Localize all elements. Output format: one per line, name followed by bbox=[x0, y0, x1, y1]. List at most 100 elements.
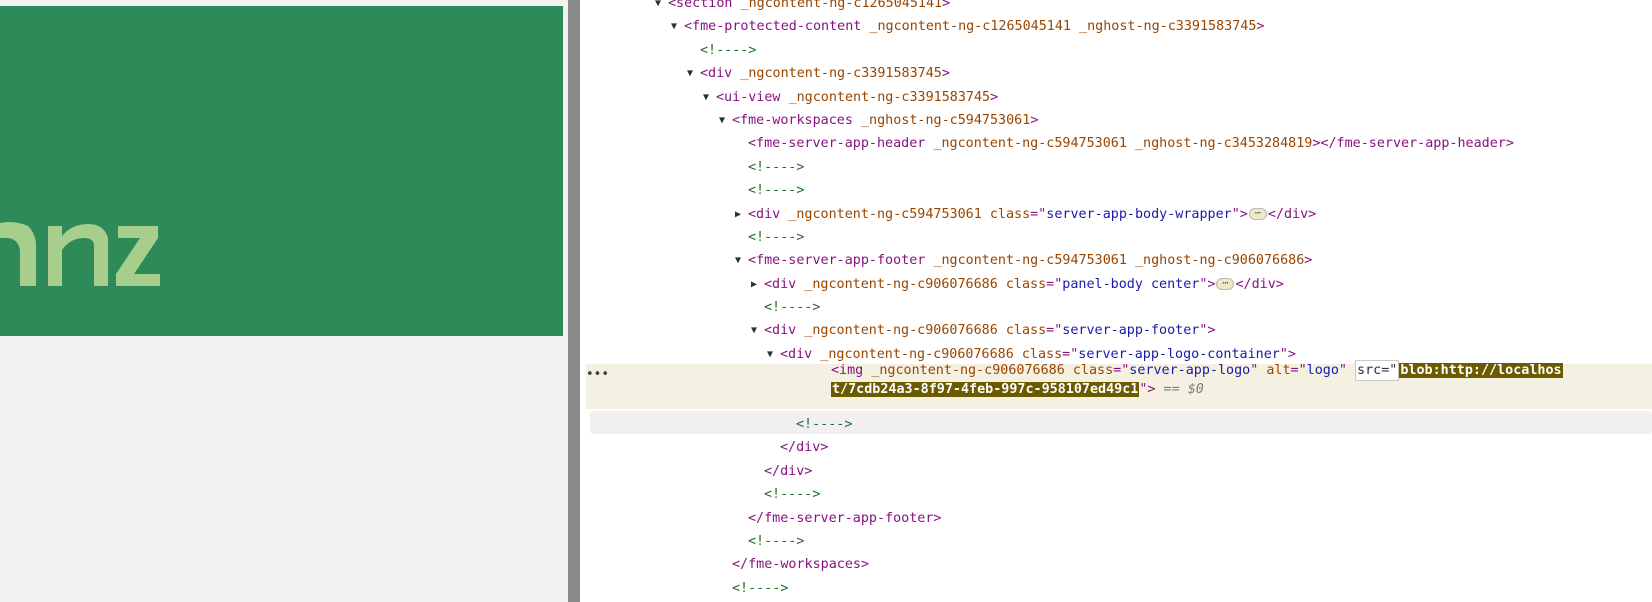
markup-token: _ngcontent-ng-c594753061 class bbox=[788, 206, 1031, 222]
markup-token: <div bbox=[748, 206, 789, 222]
markup-token: <!----> bbox=[764, 300, 821, 316]
panel-splitter[interactable] bbox=[568, 0, 580, 602]
expand-triangle-open-icon[interactable]: ▼ bbox=[764, 343, 776, 366]
dom-node-markup: </fme-workspaces> bbox=[732, 553, 869, 576]
dom-node-row[interactable]: <!----> bbox=[580, 577, 1652, 600]
selected-node-line-1[interactable]: <img _ngcontent-ng-c906076686 class="ser… bbox=[831, 360, 1563, 381]
expand-triangle-open-icon[interactable]: ▼ bbox=[700, 86, 712, 109]
dom-node-markup: <!----> bbox=[796, 413, 852, 436]
dom-node-row[interactable]: <!----> bbox=[580, 530, 1652, 553]
markup-token: > bbox=[1030, 112, 1039, 128]
expand-triangle-open-icon[interactable]: ▼ bbox=[716, 109, 728, 132]
markup-token: > bbox=[942, 0, 951, 11]
markup-token: > bbox=[941, 66, 950, 82]
dom-node-markup: <fme-workspaces _nghost-ng-c594753061> bbox=[732, 109, 1038, 132]
expand-triangle-closed-icon[interactable]: ▶ bbox=[748, 273, 760, 296]
dom-node-row[interactable]: ▼ <ui-view _ngcontent-ng-c3391583745> bbox=[580, 86, 1652, 109]
markup-token: <!----> bbox=[700, 42, 757, 58]
dom-node-markup: <!----> bbox=[700, 39, 756, 62]
dom-node-row[interactable]: <!----> bbox=[580, 179, 1652, 202]
markup-token: </fme-workspaces> bbox=[732, 557, 870, 573]
expand-triangle-closed-icon[interactable]: ▶ bbox=[732, 203, 744, 226]
markup-token: </div> bbox=[780, 440, 829, 456]
expand-triangle-open-icon[interactable]: ▼ bbox=[684, 62, 696, 85]
markup-token: <!----> bbox=[748, 229, 805, 245]
elements-panel: ••• ▼ <section _ngcontent-ng-c1265045141>… bbox=[580, 0, 1652, 602]
selected-node-line-2[interactable]: t/7cdb24a3-8f97-4feb-997c-958107ed49c1">… bbox=[831, 382, 1204, 397]
dom-node-markup: <div _ngcontent-ng-c906076686 class="pan… bbox=[764, 273, 1284, 296]
logo-fragment-graphic bbox=[0, 222, 160, 286]
markup-token: ></fme-server-app-header> bbox=[1312, 136, 1514, 152]
dom-node-row[interactable]: ▼ <fme-server-app-footer _ngcontent-ng-c5… bbox=[580, 249, 1652, 272]
dom-node-row[interactable]: ▼ <fme-workspaces _nghost-ng-c594753061> bbox=[580, 109, 1652, 132]
dom-node-row[interactable]: <!----> bbox=[580, 39, 1652, 62]
green-banner: nz bbox=[0, 6, 563, 336]
markup-token: "> bbox=[1231, 206, 1248, 222]
dom-node-row[interactable]: </fme-workspaces> bbox=[580, 553, 1652, 576]
markup-token: _nghost-ng-c594753061 bbox=[861, 112, 1031, 128]
dom-node-row[interactable]: ▼ <section _ngcontent-ng-c1265045141> bbox=[580, 0, 1652, 15]
dom-node-markup: </div> bbox=[780, 436, 828, 459]
dom-node-row[interactable]: </div> bbox=[580, 460, 1652, 483]
dom-node-markup: <fme-server-app-footer _ngcontent-ng-c59… bbox=[748, 249, 1312, 272]
markup-token: <fme-workspaces bbox=[732, 112, 861, 128]
expand-triangle-open-icon[interactable]: ▼ bbox=[652, 0, 664, 15]
dom-node-markup: <div _ngcontent-ng-c3391583745> bbox=[700, 62, 950, 85]
markup-token: </div> bbox=[764, 463, 813, 479]
markup-token: <fme-server-app-header bbox=[748, 136, 934, 152]
markup-token: <section bbox=[668, 0, 741, 11]
dom-node-markup: <div _ngcontent-ng-c594753061 class="ser… bbox=[748, 203, 1316, 226]
expand-triangle-open-icon[interactable]: ▼ bbox=[748, 319, 760, 342]
markup-token: _ngcontent-ng-c906076686 class bbox=[804, 323, 1047, 339]
dom-node-row[interactable]: <!----> bbox=[580, 296, 1652, 319]
dom-node-row[interactable]: ▶ <div _ngcontent-ng-c594753061 class="se… bbox=[580, 203, 1652, 226]
markup-token: <!----> bbox=[764, 487, 821, 503]
markup-token: <!----> bbox=[748, 533, 805, 549]
markup-token: <div bbox=[780, 346, 821, 362]
dom-node-markup: <!----> bbox=[764, 296, 820, 319]
markup-token: > bbox=[990, 89, 999, 105]
dom-node-row[interactable]: <fme-server-app-header _ngcontent-ng-c59… bbox=[580, 132, 1652, 155]
dom-node-markup: <section _ngcontent-ng-c1265045141> bbox=[668, 0, 950, 15]
dom-node-row[interactable]: </div> bbox=[580, 436, 1652, 459]
markup-token: =" bbox=[1046, 276, 1063, 292]
markup-token: _ngcontent-ng-c1265045141 _nghost-ng-c33… bbox=[869, 19, 1257, 35]
dom-node-markup: <!----> bbox=[748, 226, 804, 249]
markup-token: server-app-footer bbox=[1062, 323, 1200, 339]
markup-token: =" bbox=[1046, 323, 1063, 339]
markup-token: "> bbox=[1199, 323, 1216, 339]
console-reference: == $0 bbox=[1155, 382, 1204, 397]
dom-node-markup: <div _ngcontent-ng-c906076686 class="ser… bbox=[764, 319, 1215, 342]
dom-node-row[interactable]: ▶ <div _ngcontent-ng-c906076686 class="pa… bbox=[580, 273, 1652, 296]
dom-node-markup: <fme-protected-content _ngcontent-ng-c12… bbox=[684, 15, 1264, 38]
markup-token: <ui-view bbox=[716, 89, 789, 105]
markup-token: panel-body center bbox=[1062, 276, 1200, 292]
markup-token: <!----> bbox=[732, 580, 789, 596]
dom-node-markup: <!----> bbox=[732, 577, 788, 600]
dom-node-row[interactable]: <!----> bbox=[580, 226, 1652, 249]
dom-node-markup: <!----> bbox=[748, 156, 804, 179]
markup-token: <div bbox=[764, 323, 805, 339]
dom-node-row[interactable]: <!----> bbox=[580, 156, 1652, 179]
dom-node-row[interactable]: </fme-server-app-footer> bbox=[580, 507, 1652, 530]
page-preview: nz bbox=[0, 0, 568, 602]
markup-token: </fme-server-app-footer> bbox=[748, 510, 942, 526]
attribute-edit-field[interactable]: src=" bbox=[1355, 360, 1400, 381]
collapsed-children-ellipsis[interactable]: ⋯ bbox=[1216, 277, 1235, 290]
dom-node-markup: <!----> bbox=[748, 530, 804, 553]
dom-node-row[interactable]: <!----> bbox=[580, 413, 1652, 436]
dom-node-markup: <fme-server-app-header _ngcontent-ng-c59… bbox=[748, 132, 1514, 155]
src-value-selection[interactable]: blob:http://localhos bbox=[1399, 363, 1563, 378]
dom-node-row[interactable]: ▼ <div _ngcontent-ng-c906076686 class="se… bbox=[580, 319, 1652, 342]
markup-token: </div> bbox=[1267, 206, 1317, 222]
collapsed-children-ellipsis[interactable]: ⋯ bbox=[1248, 207, 1267, 220]
dom-node-row[interactable]: <!----> bbox=[580, 483, 1652, 506]
dom-node-markup: <!----> bbox=[764, 483, 820, 506]
dom-node-markup: <!----> bbox=[748, 179, 804, 202]
expand-triangle-open-icon[interactable]: ▼ bbox=[732, 249, 744, 272]
dom-node-row[interactable]: ▼ <fme-protected-content _ngcontent-ng-c1… bbox=[580, 15, 1652, 38]
markup-token: "> bbox=[1199, 276, 1216, 292]
src-value-selection-cont[interactable]: t/7cdb24a3-8f97-4feb-997c-958107ed49c1 bbox=[831, 382, 1140, 397]
dom-node-row[interactable]: ▼ <div _ngcontent-ng-c3391583745> bbox=[580, 62, 1652, 85]
expand-triangle-open-icon[interactable]: ▼ bbox=[668, 15, 680, 38]
